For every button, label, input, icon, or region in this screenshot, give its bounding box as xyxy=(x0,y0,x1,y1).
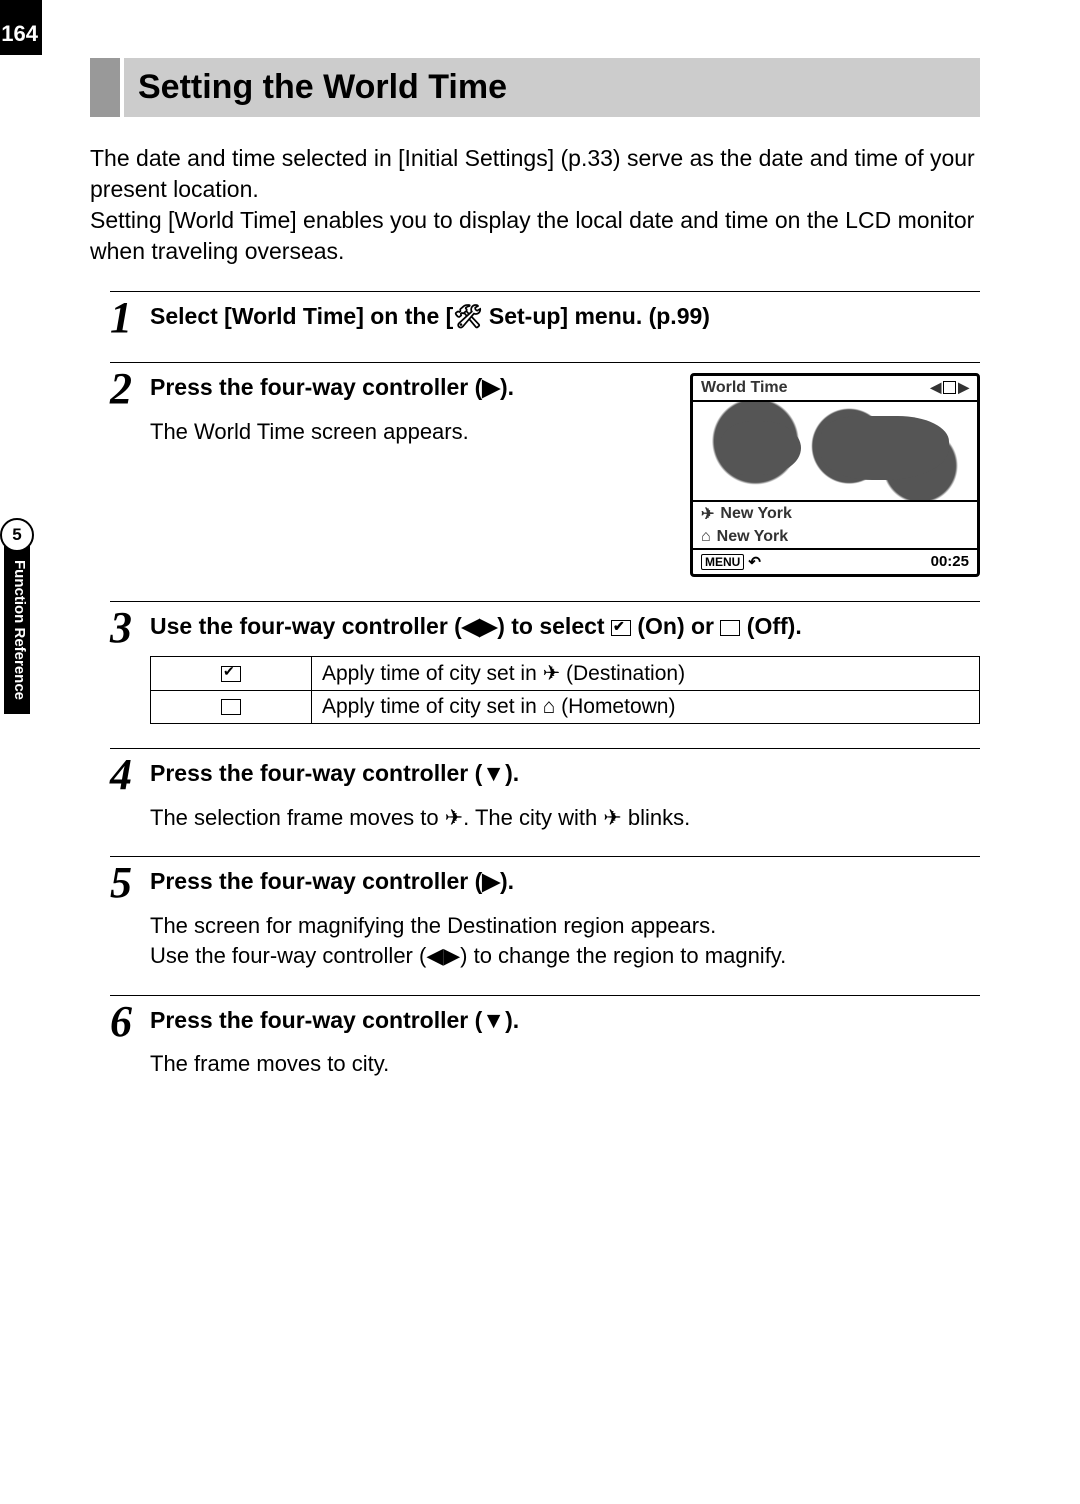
step-6: 6 Press the four-way controller (▼). The… xyxy=(110,995,980,1080)
step-3: 3 Use the four-way controller (◀▶) to se… xyxy=(110,601,980,724)
manual-page: 164 5 Function Reference Setting the Wor… xyxy=(0,0,1080,1504)
step-4: 4 Press the four-way controller (▼). The… xyxy=(110,748,980,833)
chapter-number-badge: 5 xyxy=(0,518,34,552)
step-description: The World Time screen appears. xyxy=(150,417,672,447)
step-5: 5 Press the four-way controller (▶). The… xyxy=(110,856,980,970)
checked-box-icon xyxy=(221,666,241,682)
step-title: Press the four-way controller (▶). xyxy=(150,373,672,403)
checked-box-icon xyxy=(611,620,631,636)
step-2: 2 Press the four-way controller (▶). The… xyxy=(110,362,980,577)
lcd-title: World Time xyxy=(701,379,788,397)
step-number: 2 xyxy=(110,369,150,409)
step-1: 1 Select [World Time] on the [🛠 Set-up] … xyxy=(110,291,980,338)
table-row: Apply time of city set in ⌂ (Hometown) xyxy=(151,690,980,723)
step-title: Press the four-way controller (▶). xyxy=(150,867,980,897)
return-icon: ↶ xyxy=(748,553,761,571)
chapter-side-tab: 5 Function Reference xyxy=(0,518,34,714)
plane-icon: ✈ xyxy=(701,504,714,524)
step-title: Press the four-way controller (▼). xyxy=(150,1006,980,1036)
option-description: Apply time of city set in ⌂ (Hometown) xyxy=(312,690,980,723)
step-description: The selection frame moves to ✈. The city… xyxy=(150,803,980,833)
intro-paragraph: The date and time selected in [Initial S… xyxy=(90,143,980,267)
empty-box-icon xyxy=(221,699,241,715)
step-number: 6 xyxy=(110,1002,150,1042)
title-stub xyxy=(90,58,120,117)
section-title-bar: Setting the World Time xyxy=(90,58,980,117)
home-icon: ⌂ xyxy=(701,528,711,546)
step-number: 3 xyxy=(110,608,150,648)
step-description: The screen for magnifying the Destinatio… xyxy=(150,911,980,970)
lcd-destination-city: New York xyxy=(720,505,791,523)
lcd-time: 00:25 xyxy=(931,553,969,570)
lcd-selector-icon: ◀▶ xyxy=(930,379,969,396)
lcd-screenshot: World Time ◀▶ ✈ New York ⌂ New York MENU xyxy=(690,373,980,577)
lcd-home-city: New York xyxy=(717,528,788,546)
lcd-world-map xyxy=(693,402,977,502)
empty-box-icon xyxy=(720,620,740,636)
step-number: 4 xyxy=(110,755,150,795)
table-row: Apply time of city set in ✈ (Destination… xyxy=(151,656,980,690)
step-title: Select [World Time] on the [🛠 Set-up] me… xyxy=(150,302,980,332)
page-number: 164 xyxy=(0,0,42,55)
step-number: 1 xyxy=(110,298,150,338)
lcd-menu-label: MENU xyxy=(701,554,744,570)
section-title: Setting the World Time xyxy=(138,68,966,107)
step-title: Use the four-way controller (◀▶) to sele… xyxy=(150,612,980,642)
step-title: Press the four-way controller (▼). xyxy=(150,759,980,789)
option-description: Apply time of city set in ✈ (Destination… xyxy=(312,656,980,690)
step-description: The frame moves to city. xyxy=(150,1049,980,1079)
chapter-label: Function Reference xyxy=(4,546,30,714)
step-number: 5 xyxy=(110,863,150,903)
options-table: Apply time of city set in ✈ (Destination… xyxy=(150,656,980,724)
